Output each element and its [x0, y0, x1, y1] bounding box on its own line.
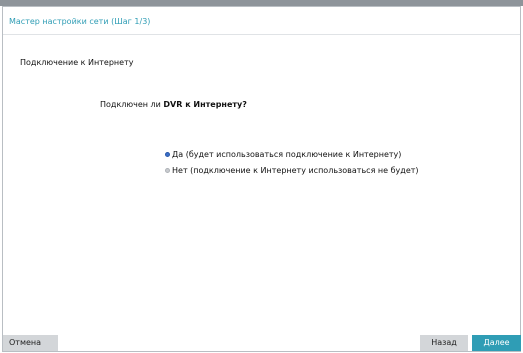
title-divider — [3, 34, 520, 35]
radio-unselected-icon[interactable] — [165, 168, 170, 173]
option-yes[interactable]: Да (будет использоваться подключение к И… — [165, 150, 401, 159]
question-emphasis: DVR — [163, 100, 183, 109]
network-setup-wizard: Мастер настройки сети (Шаг 1/3) Подключе… — [0, 0, 523, 353]
option-yes-label: Да (будет использоваться подключение к И… — [172, 150, 402, 159]
radio-selected-icon[interactable] — [165, 152, 170, 157]
next-button[interactable]: Далее — [472, 335, 521, 351]
option-no-label: Нет (подключение к Интернету использоват… — [172, 166, 419, 175]
wizard-step: (Шаг 1/3) — [111, 17, 151, 26]
back-button[interactable]: Назад — [420, 335, 468, 351]
question-text: Подключен ли DVR к Интернету? — [100, 100, 247, 109]
question-suffix: к Интернету? — [182, 100, 247, 109]
wizard-title-text: Мастер настройки сети — [9, 17, 109, 26]
question-prefix: Подключен ли — [100, 100, 164, 109]
option-no[interactable]: Нет (подключение к Интернету использоват… — [165, 166, 419, 175]
cancel-button[interactable]: Отмена — [3, 335, 58, 351]
wizard-title: Мастер настройки сети (Шаг 1/3) — [9, 17, 150, 26]
section-title: Подключение к Интернету — [20, 58, 134, 67]
